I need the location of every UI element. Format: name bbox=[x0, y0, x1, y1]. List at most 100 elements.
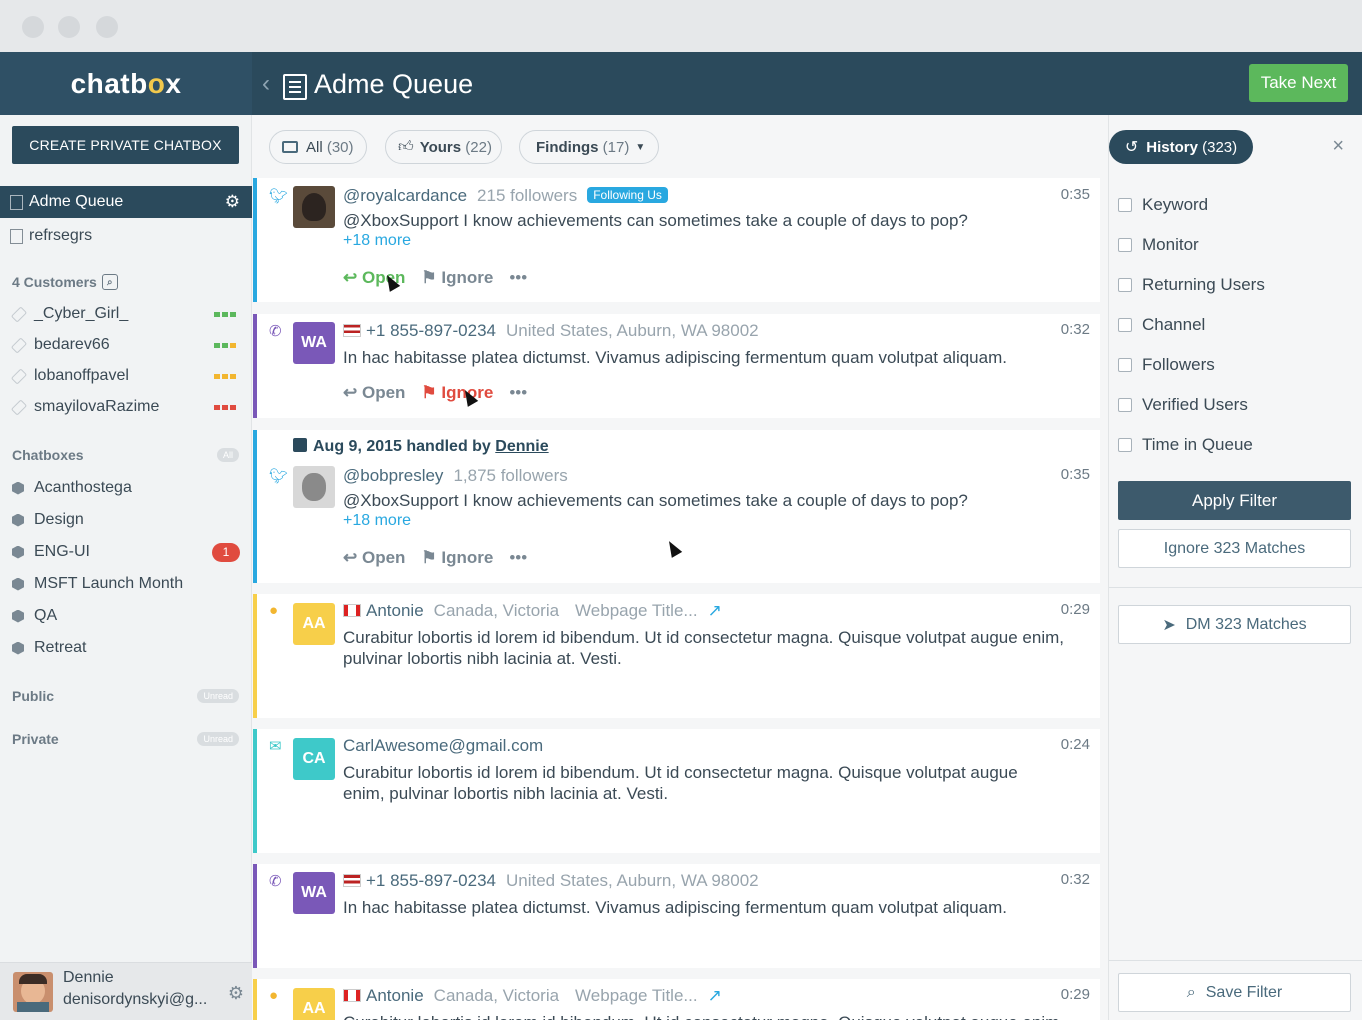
external-link-icon[interactable]: ↗ bbox=[708, 986, 722, 1005]
cube-icon bbox=[12, 545, 24, 559]
unread-pill[interactable]: Unread bbox=[197, 732, 239, 746]
ignore-button[interactable]: ⚑ Ignore bbox=[421, 268, 493, 288]
time-in-queue: 0:32 bbox=[1060, 871, 1090, 888]
conversation-card[interactable]: ✉ CA CarlAwesome@gmail.com 0:24 Curabitu… bbox=[253, 729, 1100, 853]
more-actions-icon[interactable]: ••• bbox=[509, 268, 527, 288]
globe-icon: ● bbox=[269, 602, 279, 619]
phone-number[interactable]: +1 855-897-0234 bbox=[366, 321, 496, 340]
chatbox-item[interactable]: MSFT Launch Month bbox=[0, 569, 252, 599]
sidebar-item-label: Adme Queue bbox=[29, 193, 124, 210]
monitor-checkbox[interactable]: Monitor bbox=[1118, 235, 1199, 255]
chatbox-item[interactable]: QA bbox=[0, 601, 252, 631]
time-in-queue-checkbox[interactable]: Time in Queue bbox=[1118, 435, 1253, 455]
take-next-button[interactable]: Take Next bbox=[1249, 64, 1348, 102]
phone-icon: ✆ bbox=[269, 873, 282, 890]
all-pill[interactable]: All bbox=[216, 448, 239, 462]
private-heading: Private bbox=[12, 731, 59, 747]
apply-filter-button[interactable]: Apply Filter bbox=[1118, 481, 1351, 520]
more-link[interactable]: +18 more bbox=[343, 512, 411, 530]
gear-icon[interactable]: ⚙ bbox=[225, 192, 240, 212]
location: United States, Auburn, WA 98002 bbox=[505, 871, 759, 890]
conversation-card[interactable]: 🐦︎ @royalcardance 215 followers Following … bbox=[253, 178, 1100, 302]
unread-pill[interactable]: Unread bbox=[197, 689, 239, 703]
create-private-chatbox-button[interactable]: CREATE PRIVATE CHATBOX bbox=[12, 126, 239, 164]
more-link[interactable]: +18 more bbox=[343, 232, 411, 250]
followers-checkbox[interactable]: Followers bbox=[1118, 355, 1215, 375]
chatbox-item[interactable]: Design bbox=[0, 505, 252, 535]
open-button[interactable]: ↩ Open bbox=[343, 383, 405, 403]
save-filter-button[interactable]: ⌕ Save Filter bbox=[1118, 973, 1351, 1012]
chatbox-item[interactable]: Acanthostega bbox=[0, 473, 252, 503]
avatar: AA bbox=[293, 988, 335, 1020]
divider bbox=[1109, 960, 1362, 961]
time-in-queue: 0:29 bbox=[1060, 986, 1090, 1003]
back-chevron-icon[interactable]: ‹ bbox=[262, 72, 270, 96]
customer-item[interactable]: _Cyber_Girl_ bbox=[0, 299, 252, 329]
customer-item[interactable]: lobanoffpavel bbox=[0, 361, 252, 391]
tag-icon bbox=[10, 398, 28, 416]
conversation-card[interactable]: ● AA Antonie Canada, Victoria Webpage Titl… bbox=[253, 979, 1100, 1020]
sidebar-item-adme-queue[interactable]: Adme Queue ⚙ bbox=[0, 186, 252, 218]
caret-down-icon: ▼ bbox=[635, 141, 646, 153]
avatar bbox=[293, 186, 335, 228]
ignore-button[interactable]: ⚑ Ignore bbox=[421, 548, 493, 568]
filter-all-button[interactable]: All (30) bbox=[269, 130, 367, 164]
conversation-card[interactable]: ✆ WA +1 855-897-0234 United States, Aubur… bbox=[253, 314, 1100, 418]
channel-checkbox[interactable]: Channel bbox=[1118, 315, 1205, 335]
visitor-name[interactable]: Antonie bbox=[366, 986, 424, 1005]
more-actions-icon[interactable]: ••• bbox=[509, 548, 527, 568]
filter-yours-button[interactable]: 👍︎ Yours (22) bbox=[385, 130, 502, 164]
close-window-button[interactable] bbox=[22, 16, 44, 38]
user-profile-bar[interactable]: Dennie denisordynskyi@g... ⚙ bbox=[0, 962, 252, 1020]
chatboxes-heading: Chatboxes bbox=[12, 447, 84, 463]
minimize-window-button[interactable] bbox=[58, 16, 80, 38]
history-button[interactable]: ↺ History (323) bbox=[1109, 130, 1253, 164]
cube-icon bbox=[12, 609, 24, 623]
message-text: @XboxSupport I know achievements can som… bbox=[343, 211, 968, 230]
canada-flag-icon bbox=[343, 989, 361, 1002]
search-icon[interactable]: ⌕ bbox=[101, 274, 118, 290]
time-in-queue: 0:29 bbox=[1060, 601, 1090, 618]
conversation-card[interactable]: ● AA Antonie Canada, Victoria Webpage Titl… bbox=[253, 594, 1100, 718]
open-button[interactable]: ↩ Open bbox=[343, 548, 405, 568]
public-heading: Public bbox=[12, 688, 55, 704]
twitter-icon: 🐦︎ bbox=[269, 188, 289, 205]
handled-by-link[interactable]: Dennie bbox=[495, 438, 548, 455]
visitor-name[interactable]: Antonie bbox=[366, 601, 424, 620]
external-link-icon[interactable]: ↗ bbox=[708, 601, 722, 620]
user-name: Dennie bbox=[63, 969, 114, 986]
cube-icon bbox=[12, 481, 24, 495]
more-actions-icon[interactable]: ••• bbox=[509, 383, 527, 403]
conversation-card[interactable]: Aug 9, 2015 handled by Dennie 🐦︎ @bobpre… bbox=[253, 430, 1100, 583]
dm-matches-button[interactable]: ➤ DM 323 Matches bbox=[1118, 605, 1351, 644]
phone-number[interactable]: +1 855-897-0234 bbox=[366, 871, 496, 890]
conversation-feed: 🐦︎ @royalcardance 215 followers Following … bbox=[253, 178, 1100, 1020]
filter-findings-dropdown[interactable]: Findings (17) ▼ bbox=[519, 130, 659, 164]
returning-users-checkbox[interactable]: Returning Users bbox=[1118, 275, 1265, 295]
email-address[interactable]: CarlAwesome@gmail.com bbox=[343, 736, 543, 755]
list-icon bbox=[10, 194, 23, 210]
handle[interactable]: @bobpresley bbox=[343, 466, 443, 485]
verified-users-checkbox[interactable]: Verified Users bbox=[1118, 395, 1248, 415]
top-bar: chatb o x ‹ Adme Queue Take Next bbox=[0, 52, 1362, 115]
customers-heading: 4 Customers ⌕ bbox=[12, 274, 118, 290]
page-title: Adme Queue bbox=[314, 69, 474, 99]
gear-icon[interactable]: ⚙ bbox=[228, 983, 244, 1004]
customer-item[interactable]: smayilovaRazime bbox=[0, 392, 252, 422]
chatbox-item[interactable]: Retreat bbox=[0, 633, 252, 663]
location: Canada, Victoria bbox=[433, 986, 560, 1005]
ignore-button[interactable]: ⚑ Ignore bbox=[421, 383, 493, 403]
ignore-matches-button[interactable]: Ignore 323 Matches bbox=[1118, 529, 1351, 568]
inbox-icon bbox=[282, 141, 298, 153]
handle[interactable]: @royalcardance bbox=[343, 186, 467, 205]
followers-count: 215 followers bbox=[477, 186, 578, 205]
keyword-checkbox[interactable]: Keyword bbox=[1118, 195, 1208, 215]
zoom-window-button[interactable] bbox=[96, 16, 118, 38]
customer-item[interactable]: bedarev66 bbox=[0, 330, 252, 360]
sidebar-item-refrsegrs[interactable]: refrsegrs bbox=[0, 220, 252, 252]
chatbox-item[interactable]: ENG-UI 1 bbox=[0, 537, 252, 567]
tag-icon bbox=[10, 367, 28, 385]
conversation-card[interactable]: ✆ WA +1 855-897-0234 United States, Aubur… bbox=[253, 864, 1100, 968]
close-icon[interactable]: × bbox=[1332, 135, 1344, 158]
avatar: WA bbox=[293, 872, 335, 914]
